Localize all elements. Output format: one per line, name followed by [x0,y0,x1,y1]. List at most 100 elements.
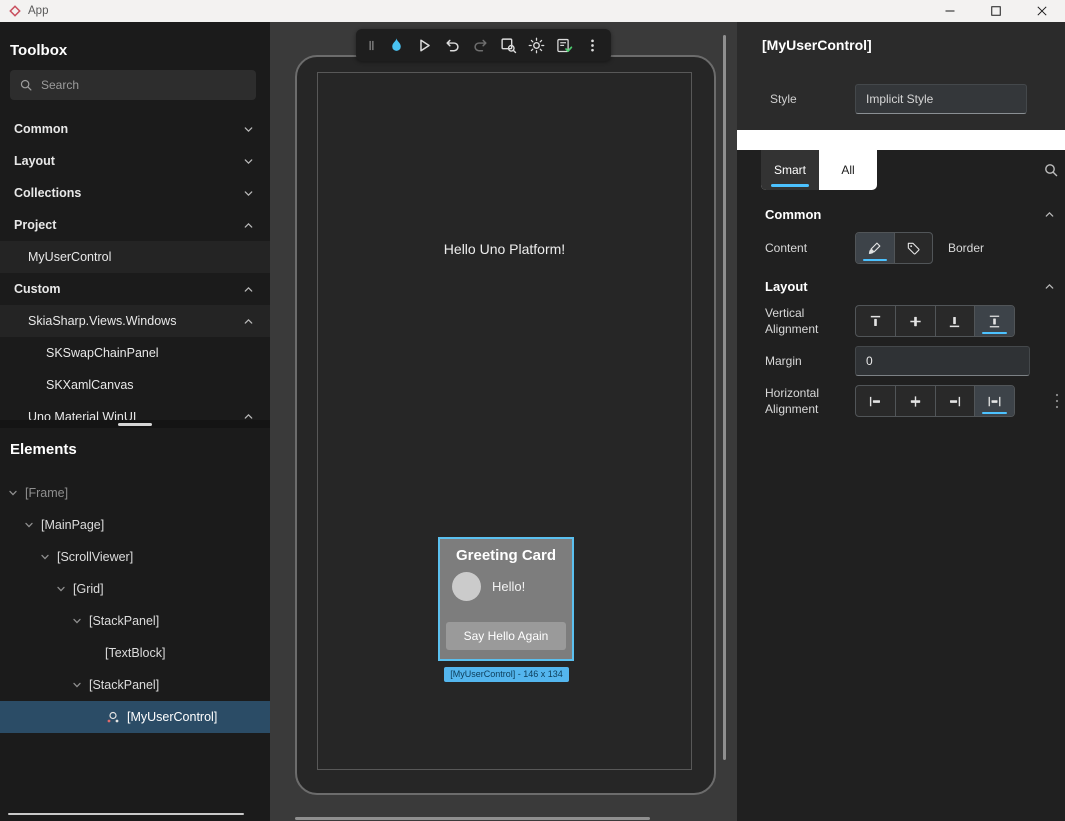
section-label: Collections [14,186,81,200]
tag-icon [906,241,921,256]
horizontal-scrollbar[interactable] [295,817,650,820]
greeting-text[interactable]: Hello! [492,579,525,594]
card-title[interactable]: Greeting Card [440,547,572,564]
vertical-scrollbar[interactable] [723,35,726,760]
valign-top-button[interactable] [856,306,896,336]
vertical-alignment-row: Vertical Alignment [737,305,1065,337]
element-picker-icon[interactable] [500,37,517,54]
halign-left-button[interactable] [856,386,896,416]
toolbox-section-collections[interactable]: Collections [0,177,270,209]
toolbox-item-skswapchainpanel[interactable]: SKSwapChainPanel [0,337,270,369]
textblock-hello[interactable]: Hello Uno Platform! [318,241,691,257]
halign-center-button[interactable] [896,386,936,416]
design-canvas: Hello Uno Platform! Greeting Card Hello!… [270,22,737,821]
device-frame: Hello Uno Platform! Greeting Card Hello!… [295,55,716,795]
margin-input[interactable] [855,346,1030,376]
toolbox-group-skiasharp[interactable]: SkiaSharp.Views.Windows [0,305,270,337]
row-more-kebab-icon[interactable] [1051,392,1063,410]
properties-panel: [MyUserControl] Style Smart All Common C… [737,22,1065,821]
myusercontrol-selection[interactable]: Greeting Card Hello! Say Hello Again [438,537,574,661]
maximize-button[interactable] [973,0,1019,22]
elements-title: Elements [10,441,77,458]
halign-stretch-button[interactable] [975,386,1014,416]
halign-right-button[interactable] [936,386,976,416]
element-label: [MainPage] [41,518,104,532]
vertical-alignment-label: Vertical Alignment [765,306,829,338]
element-myusercontrol[interactable]: [MyUserControl] [0,701,270,733]
ellipse-shape[interactable] [452,572,481,601]
section-common[interactable]: Common [737,199,1065,229]
toolbox-section-project[interactable]: Project [0,209,270,241]
element-stackpanel-2[interactable]: [StackPanel] [0,669,270,701]
usercontrol-icon [105,709,121,725]
card-row: Hello! [452,572,572,601]
style-label: Style [770,92,797,106]
content-mode-group [855,232,933,264]
close-button[interactable] [1019,0,1065,22]
toolbox-item-label: MyUserControl [28,250,111,264]
content-brush-button[interactable] [856,233,895,263]
content-tag-button[interactable] [895,233,933,263]
element-mainpage[interactable]: [MainPage] [0,509,270,541]
stretch-vertical-icon [987,314,1002,329]
grip-icon[interactable] [366,37,377,54]
toolbox-group-label: SkiaSharp.Views.Windows [28,314,176,328]
valign-stretch-button[interactable] [975,306,1014,336]
toolbox-title: Toolbox [10,42,67,59]
toolbox-section-common[interactable]: Common [0,113,270,145]
chevron-up-icon [243,220,254,231]
chevron-down-icon [72,680,82,690]
toolbox-group-label: Uno Material WinUI [28,410,136,420]
element-label: [StackPanel] [89,678,159,692]
toolbox-item-skxamlcanvas[interactable]: SKXamlCanvas [0,369,270,401]
redo-icon[interactable] [472,37,489,54]
undo-icon[interactable] [444,37,461,54]
toolbox-panel: Toolbox Common Layout Collections Projec… [0,22,270,821]
section-layout[interactable]: Layout [737,271,1065,301]
chevron-up-icon [1044,209,1055,220]
tab-all[interactable]: All [819,150,877,190]
style-input[interactable] [855,84,1027,114]
panel-splitter[interactable] [0,420,270,428]
properties-tabs: Smart All [761,150,877,190]
element-grid[interactable]: [Grid] [0,573,270,605]
valign-bottom-button[interactable] [936,306,976,336]
minimize-button[interactable] [927,0,973,22]
valign-center-button[interactable] [896,306,936,336]
element-label: [ScrollViewer] [57,550,133,564]
hot-reload-flame-icon[interactable] [388,37,405,54]
stretch-horizontal-icon [987,394,1002,409]
element-scrollviewer[interactable]: [ScrollViewer] [0,541,270,573]
toolbox-group-uno-material[interactable]: Uno Material WinUI [0,401,270,420]
element-stackpanel-1[interactable]: [StackPanel] [0,605,270,637]
align-hcenter-icon [908,394,923,409]
properties-search-icon[interactable] [1043,162,1059,178]
tab-smart[interactable]: Smart [761,150,819,190]
chevron-down-icon [40,552,50,562]
properties-tabs-row: Smart All [737,150,1065,192]
play-icon[interactable] [416,37,433,54]
chevron-up-icon [243,284,254,295]
section-label: Custom [14,282,61,296]
toolbox-section-layout[interactable]: Layout [0,145,270,177]
horizontal-alignment-label: Horizontal Alignment [765,386,833,418]
selected-control-title: [MyUserControl] [762,37,872,53]
content-property-row: Content Border [737,232,1065,264]
margin-label: Margin [765,354,802,370]
toolbox-item-myusercontrol[interactable]: MyUserControl [0,241,270,273]
toolbox-section-custom[interactable]: Custom [0,273,270,305]
bottom-splitter[interactable] [8,813,244,815]
maximize-icon [991,6,1001,16]
vertical-alignment-group [855,305,1015,337]
window-controls [927,0,1065,22]
chevron-down-icon [8,488,18,498]
element-textblock[interactable]: [TextBlock] [0,637,270,669]
more-kebab-icon[interactable] [584,37,601,54]
form-check-icon[interactable] [556,37,573,54]
minimize-icon [945,6,955,16]
say-hello-again-button[interactable]: Say Hello Again [446,622,566,650]
element-frame[interactable]: [Frame] [0,477,270,509]
theme-sun-icon[interactable] [528,37,545,54]
toolbox-search-input[interactable] [41,78,247,92]
chevron-down-icon [243,188,254,199]
